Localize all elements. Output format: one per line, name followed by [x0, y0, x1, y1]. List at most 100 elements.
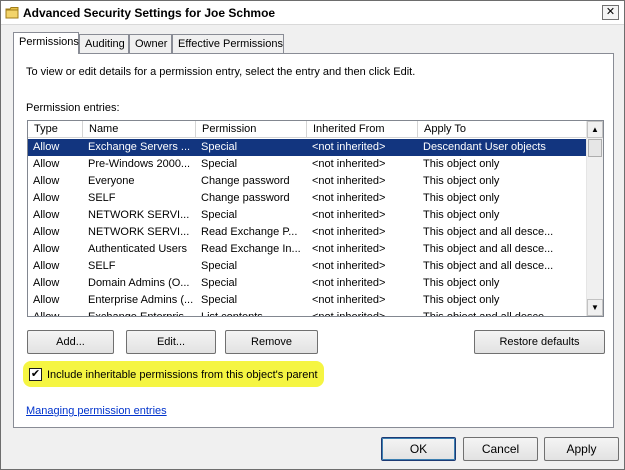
cell-apply-to: This object and all desce...: [423, 243, 554, 255]
cell-inherited-from: <not inherited>: [312, 260, 386, 272]
cell-apply-to: Descendant User objects: [423, 141, 546, 153]
tab-owner[interactable]: Owner: [129, 34, 172, 53]
cell-type: Allow: [33, 226, 60, 238]
cell-name: Exchange Enterpris...: [88, 311, 194, 317]
edit-button[interactable]: Edit...: [126, 330, 216, 354]
cell-inherited-from: <not inherited>: [312, 192, 386, 204]
cell-permission: List contents: [201, 311, 263, 317]
cell-type: Allow: [33, 141, 60, 153]
checkmark-icon: ✔: [30, 368, 41, 380]
tab-auditing[interactable]: Auditing: [79, 34, 129, 53]
column-header-apply-to[interactable]: Apply To: [418, 121, 588, 138]
cell-type: Allow: [33, 260, 60, 272]
cell-permission: Read Exchange P...: [201, 226, 298, 238]
permission-entries-label: Permission entries:: [26, 102, 120, 114]
arrow-down-icon: ▼: [591, 303, 599, 312]
arrow-up-icon: ▲: [591, 125, 599, 134]
cell-inherited-from: <not inherited>: [312, 209, 386, 221]
cell-type: Allow: [33, 277, 60, 289]
inherit-permissions-label[interactable]: Include inheritable permissions from thi…: [47, 369, 318, 381]
permission-entry-row[interactable]: Allow Domain Admins (O... Special <not inhe…: [28, 275, 588, 292]
cell-apply-to: This object only: [423, 192, 500, 204]
remove-button[interactable]: Remove: [225, 330, 318, 354]
permission-entry-row[interactable]: Allow SELF Change password <not inherited> T…: [28, 190, 588, 207]
cell-name: NETWORK SERVI...: [88, 209, 190, 221]
cell-inherited-from: <not inherited>: [312, 311, 386, 317]
cell-name: SELF: [88, 192, 116, 204]
cell-apply-to: This object and all desce...: [423, 311, 554, 317]
cell-apply-to: This object only: [423, 294, 500, 306]
cell-apply-to: This object only: [423, 277, 500, 289]
cell-permission: Read Exchange In...: [201, 243, 301, 255]
column-header-type[interactable]: Type: [28, 121, 83, 138]
vertical-scrollbar[interactable]: ▲ ▼: [586, 121, 603, 316]
cell-inherited-from: <not inherited>: [312, 141, 386, 153]
close-icon: ✕: [605, 6, 616, 18]
cell-permission: Special: [201, 209, 238, 221]
cell-permission: Change password: [201, 192, 290, 204]
cell-apply-to: This object only: [423, 175, 500, 187]
managing-permission-entries-link[interactable]: Managing permission entries: [26, 405, 167, 417]
cell-type: Allow: [33, 243, 60, 255]
intro-text: To view or edit details for a permission…: [26, 66, 416, 78]
cell-name: Domain Admins (O...: [88, 277, 190, 289]
cell-name: Authenticated Users: [88, 243, 188, 255]
permission-entries-list[interactable]: Type Name Permission Inherited From Appl…: [27, 120, 604, 317]
cancel-button[interactable]: Cancel: [463, 437, 538, 461]
column-header-inherited-from[interactable]: Inherited From: [307, 121, 418, 138]
close-button[interactable]: ✕: [602, 5, 619, 20]
cell-name: Everyone: [88, 175, 135, 187]
cell-permission: Special: [201, 141, 238, 153]
cell-permission: Special: [201, 294, 238, 306]
folder-icon: [5, 6, 19, 19]
cell-inherited-from: <not inherited>: [312, 294, 386, 306]
permission-entry-row[interactable]: Allow Exchange Enterpris... List contents <…: [28, 309, 588, 317]
cell-permission: Special: [201, 260, 238, 272]
cell-name: Exchange Servers ...: [88, 141, 191, 153]
cell-name: Enterprise Admins (...: [88, 294, 194, 306]
permission-entry-row[interactable]: Allow Authenticated Users Read Exchange In…: [28, 241, 588, 258]
permission-entry-row[interactable]: Allow Everyone Change password <not inherit…: [28, 173, 588, 190]
ok-button[interactable]: OK: [381, 437, 456, 461]
cell-name: SELF: [88, 260, 116, 272]
permission-entry-row[interactable]: Allow NETWORK SERVI... Special <not inherit…: [28, 207, 588, 224]
permissions-panel: To view or edit details for a permission…: [13, 53, 614, 428]
cell-inherited-from: <not inherited>: [312, 158, 386, 170]
permission-entry-row[interactable]: Allow Enterprise Admins (... Special <not i…: [28, 292, 588, 309]
cell-type: Allow: [33, 209, 60, 221]
cell-inherited-from: <not inherited>: [312, 243, 386, 255]
apply-button[interactable]: Apply: [544, 437, 619, 461]
column-header-name[interactable]: Name: [83, 121, 196, 138]
cell-type: Allow: [33, 175, 60, 187]
window-title: Advanced Security Settings for Joe Schmo…: [23, 6, 276, 20]
inherit-permissions-checkbox[interactable]: ✔: [29, 368, 42, 381]
cell-type: Allow: [33, 294, 60, 306]
title-bar[interactable]: Advanced Security Settings for Joe Schmo…: [1, 1, 624, 25]
permission-entry-row[interactable]: Allow SELF Special <not inherited> This obje…: [28, 258, 588, 275]
scroll-down-button[interactable]: ▼: [587, 299, 603, 316]
tab-effective-permissions[interactable]: Effective Permissions: [172, 34, 284, 53]
cell-apply-to: This object and all desce...: [423, 260, 554, 272]
cell-permission: Special: [201, 158, 238, 170]
cell-apply-to: This object only: [423, 158, 500, 170]
tab-permissions[interactable]: Permissions: [13, 32, 79, 54]
inherit-permissions-option[interactable]: ✔ Include inheritable permissions from t…: [29, 368, 318, 381]
cell-type: Allow: [33, 158, 60, 170]
cell-name: Pre-Windows 2000...: [88, 158, 191, 170]
cell-permission: Special: [201, 277, 238, 289]
cell-inherited-from: <not inherited>: [312, 226, 386, 238]
cell-type: Allow: [33, 311, 60, 317]
add-button[interactable]: Add...: [27, 330, 114, 354]
column-header-permission[interactable]: Permission: [196, 121, 307, 138]
cell-permission: Change password: [201, 175, 290, 187]
cell-name: NETWORK SERVI...: [88, 226, 190, 238]
list-header: Type Name Permission Inherited From Appl…: [28, 121, 588, 138]
permission-entry-row[interactable]: Allow Pre-Windows 2000... Special <not inhe…: [28, 156, 588, 173]
permission-entry-row[interactable]: Allow NETWORK SERVI... Read Exchange P... <…: [28, 224, 588, 241]
list-rows: Allow Exchange Servers ... Special <not inh…: [28, 139, 588, 317]
restore-defaults-button[interactable]: Restore defaults: [474, 330, 605, 354]
scroll-thumb[interactable]: [588, 139, 602, 157]
scroll-up-button[interactable]: ▲: [587, 121, 603, 138]
permission-entry-row[interactable]: Allow Exchange Servers ... Special <not inh…: [28, 139, 588, 156]
cell-type: Allow: [33, 192, 60, 204]
